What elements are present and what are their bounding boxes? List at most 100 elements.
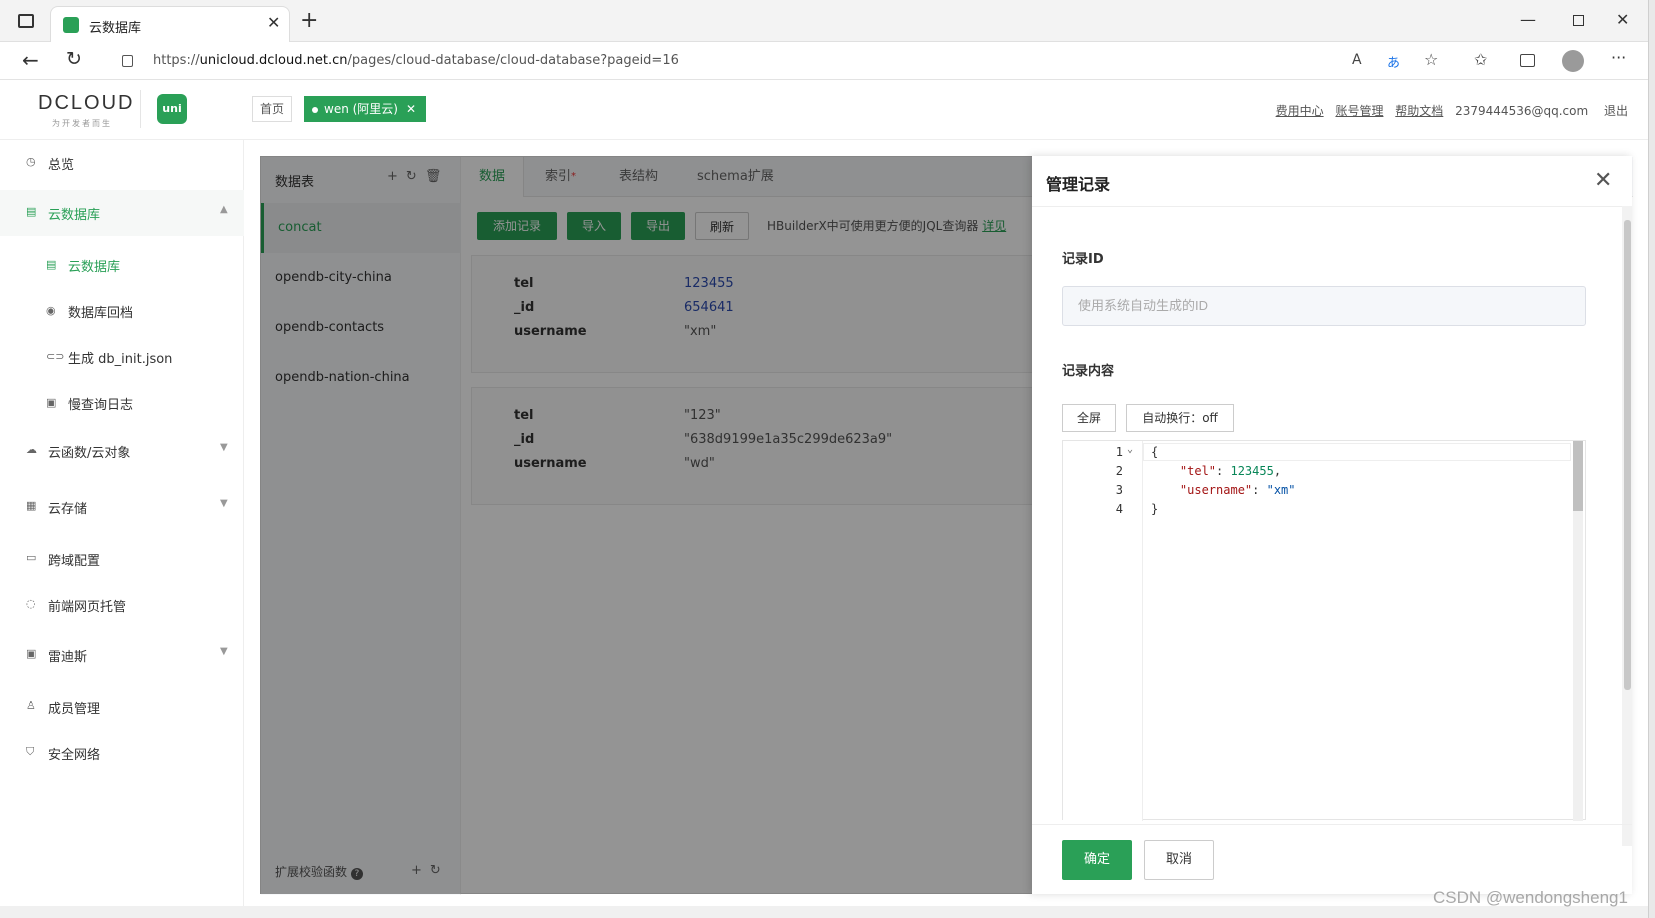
record-id-input[interactable]: 使用系统自动生成的ID <box>1062 286 1586 326</box>
sidebar-item-database[interactable]: ▤ 云数据库 ▲ <box>0 190 244 236</box>
modal-overlay[interactable] <box>260 156 1032 894</box>
record-id-label: 记录ID <box>1062 252 1104 267</box>
sidebar-item-storage[interactable]: ▦ 云存储 ▼ <box>0 484 244 530</box>
unicloud-favicon-icon <box>63 17 79 33</box>
sidebar-sub-dbinit[interactable]: ⊂⊃ 生成 db_init.json <box>0 334 244 380</box>
sidebar-item-functions[interactable]: ☁ 云函数/云对象 ▼ <box>0 428 244 474</box>
record-content-label: 记录内容 <box>1062 364 1115 379</box>
confirm-button[interactable]: 确定 <box>1062 840 1132 880</box>
table-icon: ▤ <box>46 258 57 271</box>
drawer-divider <box>1032 206 1632 207</box>
chevron-down-icon: ▼ <box>220 442 228 453</box>
fold-chevron-icon[interactable]: ⌄ <box>1127 444 1133 455</box>
fullscreen-button[interactable]: 全屏 <box>1062 404 1116 432</box>
address-bar: ← ↻ https://unicloud.dcloud.net.cn/pages… <box>0 42 1655 80</box>
chevron-down-icon: ▼ <box>220 498 228 509</box>
json-editor[interactable]: 1 2 3 4 ⌄ { "tel": 123455, "username": "… <box>1062 440 1586 821</box>
hosting-icon: ◌ <box>26 597 36 610</box>
logout-link[interactable]: 退出 <box>1604 104 1628 118</box>
lock-icon[interactable] <box>122 55 133 67</box>
line-number: 1 <box>1115 445 1123 459</box>
sidebar-item-security[interactable]: ⛉ 安全网络 <box>0 730 244 776</box>
tab-title: 云数据库 <box>89 21 142 36</box>
sidebar: ◷ 总览 ▤ 云数据库 ▲ ▤ 云数据库 ◉ 数据库回档 ⊂⊃ 生成 db_in… <box>0 140 244 918</box>
sidebar-sub-rollback[interactable]: ◉ 数据库回档 <box>0 288 244 334</box>
wrap-toggle-button[interactable]: 自动换行：off <box>1126 404 1234 432</box>
sidebar-sub-database[interactable]: ▤ 云数据库 <box>0 242 244 288</box>
shield-icon: ⛉ <box>26 745 35 758</box>
drawer-close-icon[interactable]: ✕ <box>1594 168 1612 193</box>
logo-divider <box>140 90 141 128</box>
help-link[interactable]: 帮助文档 <box>1395 104 1443 118</box>
line-number: 2 <box>1115 464 1123 478</box>
collections-icon[interactable] <box>1520 54 1535 67</box>
bottom-strip <box>0 906 1655 918</box>
url-field[interactable]: https://unicloud.dcloud.net.cn/pages/clo… <box>153 53 679 68</box>
drawer-title: 管理记录 <box>1046 175 1111 194</box>
cloud-icon: ☁ <box>26 443 37 456</box>
sidebar-item-hosting[interactable]: ◌ 前端网页托管 <box>0 582 244 628</box>
minimize-icon[interactable]: — <box>1520 10 1536 29</box>
header-links: 费用中心 账号管理 帮助文档 2379444536@qq.com 退出 <box>1276 102 1628 119</box>
tab-close-icon[interactable]: ✕ <box>267 13 280 32</box>
line-number: 4 <box>1115 502 1123 516</box>
status-dot-icon <box>312 106 318 113</box>
code-line: } <box>1151 502 1159 516</box>
read-aloud-icon[interactable]: A <box>1352 52 1362 68</box>
logo-tagline: 为开发者而生 <box>52 119 112 128</box>
chevron-up-icon: ▲ <box>220 204 228 215</box>
favorites-icon[interactable]: ✩ <box>1474 50 1487 69</box>
chevron-down-icon: ▼ <box>220 646 228 657</box>
window-edge <box>1648 0 1655 918</box>
active-line-highlight <box>1143 443 1571 461</box>
editor-gutter: 1 2 3 4 ⌄ <box>1063 441 1143 821</box>
watermark: CSDN @wendongsheng1 <box>1433 888 1628 907</box>
cors-icon: ▭ <box>26 551 37 564</box>
favorite-add-icon[interactable]: ☆ <box>1424 50 1438 69</box>
sidebar-sub-slowlog[interactable]: ▣ 慢查询日志 <box>0 380 244 426</box>
log-icon: ▣ <box>46 396 57 409</box>
space-tab[interactable]: wen (阿里云) ✕ <box>304 96 426 122</box>
rollback-icon: ◉ <box>46 304 56 317</box>
new-tab-icon[interactable]: + <box>300 8 318 33</box>
cancel-button[interactable]: 取消 <box>1144 840 1214 880</box>
editor-scrollbar[interactable] <box>1573 441 1583 821</box>
link-icon: ⊂⊃ <box>46 350 65 363</box>
app-header: DCLOUD 为开发者而生 uni 首页 wen (阿里云) ✕ 费用中心 账号… <box>0 80 1648 140</box>
account-link[interactable]: 账号管理 <box>1335 104 1383 118</box>
sidebar-item-members[interactable]: ♙ 成员管理 <box>0 684 244 730</box>
editor-scrollbar-thumb[interactable] <box>1573 441 1583 511</box>
line-number: 3 <box>1115 483 1123 497</box>
tab-actions-icon[interactable] <box>18 14 34 28</box>
sidebar-item-overview[interactable]: ◷ 总览 <box>0 140 244 186</box>
dcloud-logo[interactable]: DCLOUD <box>38 92 134 115</box>
more-icon[interactable]: ··· <box>1611 48 1626 67</box>
browser-tabstrip: 云数据库 ✕ + — ✕ <box>0 0 1655 42</box>
billing-link[interactable]: 费用中心 <box>1276 104 1324 118</box>
uni-logo[interactable]: uni <box>157 94 187 124</box>
space-tab-close-icon[interactable]: ✕ <box>406 96 416 122</box>
user-icon: ♙ <box>26 699 36 712</box>
database-icon: ▤ <box>26 205 37 218</box>
window-close-icon[interactable]: ✕ <box>1616 10 1629 29</box>
sidebar-item-cors[interactable]: ▭ 跨域配置 <box>0 536 244 582</box>
redis-icon: ▣ <box>26 647 37 660</box>
profile-avatar[interactable] <box>1562 50 1584 72</box>
home-tab[interactable]: 首页 <box>252 96 292 122</box>
maximize-icon[interactable] <box>1573 15 1584 26</box>
code-line: "tel": 123455, <box>1179 464 1282 478</box>
manage-record-drawer: 管理记录 ✕ 记录ID 使用系统自动生成的ID 记录内容 全屏 自动换行：off… <box>1032 156 1632 894</box>
drawer-footer-divider <box>1032 824 1632 825</box>
browser-tab[interactable]: 云数据库 ✕ <box>50 6 290 42</box>
code-line: "username": "xm" <box>1179 483 1296 497</box>
translate-icon[interactable]: あ <box>1387 52 1400 71</box>
storage-icon: ▦ <box>26 499 37 512</box>
clock-icon: ◷ <box>26 155 36 168</box>
drawer-scrollbar[interactable] <box>1622 206 1632 846</box>
user-email: 2379444536@qq.com <box>1455 104 1589 118</box>
drawer-scrollbar-thumb[interactable] <box>1624 220 1631 690</box>
reload-icon[interactable]: ↻ <box>66 48 82 70</box>
code-line: { <box>1151 445 1159 459</box>
sidebar-item-redis[interactable]: ▣ 雷迪斯 ▼ <box>0 632 244 678</box>
back-icon[interactable]: ← <box>22 48 39 72</box>
